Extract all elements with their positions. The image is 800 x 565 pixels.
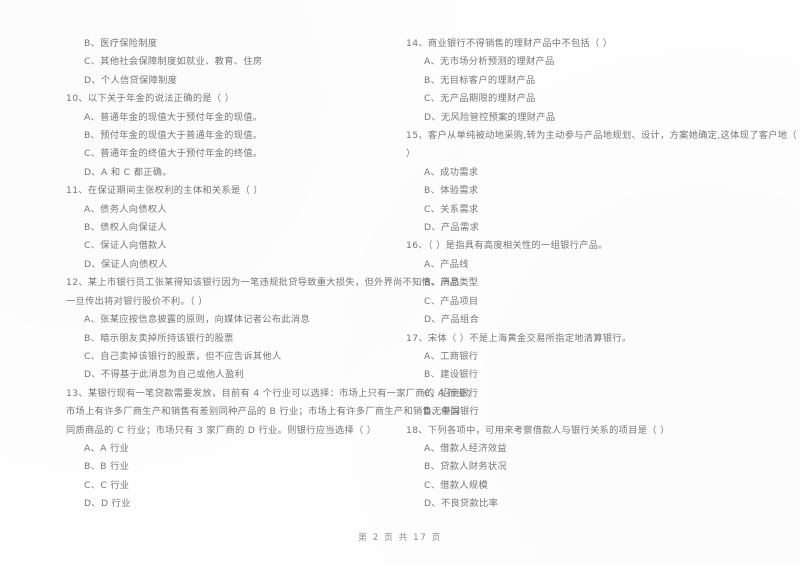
option-item: A、债务人向债权人 — [84, 203, 167, 215]
option-item: D、保证人向债权人 — [84, 258, 168, 270]
question-15: 15、客户从单纯被动地采购,转为主动参与产品地规划、设计，方案她确定,这体现了客… — [406, 127, 800, 237]
question-stem: 15、客户从单纯被动地采购,转为主动参与产品地规划、设计，方案她确定,这体现了客… — [406, 130, 797, 142]
question-stem-continued-2: 同质商品的 C 行业；市场只有 3 家厂商的 D 行业。则银行应当选择（ ） — [66, 424, 377, 436]
right-column: 14、商业银行不得销售的理财产品中不包括（ ） A、无市场分析预测的理财产品 B… — [400, 35, 800, 514]
two-column-body: B、医疗保险制度 C、其他社会保障制度如就业、教育、住房 D、个人信贷保障制度 … — [0, 35, 800, 514]
option-item: B、体验需求 — [424, 185, 479, 197]
option-item: C、产品项目 — [424, 295, 479, 307]
option-item: D、产品组合 — [424, 314, 480, 326]
option-item: B、无目标客户的理财产品 — [424, 74, 536, 86]
option-item: C、其他社会保障制度如就业、教育、住房 — [84, 56, 263, 68]
document-page: B、医疗保险制度 C、其他社会保障制度如就业、教育、住房 D、个人信贷保障制度 … — [0, 0, 800, 565]
option-item: C、关系需求 — [424, 203, 479, 215]
question-14: 14、商业银行不得销售的理财产品中不包括（ ） A、无市场分析预测的理财产品 B… — [406, 35, 800, 127]
option-item: C、借款人规模 — [424, 479, 488, 491]
left-column: B、医疗保险制度 C、其他社会保障制度如就业、教育、住房 D、个人信贷保障制度 … — [0, 35, 477, 514]
option-item: A、工商银行 — [424, 350, 479, 362]
option-item: B、预付年金的现值大于普通年金的现值。 — [84, 130, 263, 142]
option-item: B、建设银行 — [424, 369, 479, 381]
option-item: D、A 和 C 都正确。 — [84, 166, 172, 178]
question-stem: 13、某银行现有一笔贷款需要发放，目前有 4 个行业可以选择：市场上只有一家厂商… — [66, 387, 477, 399]
option-item: B、B 行业 — [84, 461, 130, 473]
option-item: D、不得基于此消息为自己或他人盈利 — [84, 369, 245, 381]
option-item: D、个人信贷保障制度 — [84, 74, 178, 86]
option-item: B、产品类型 — [424, 277, 479, 289]
option-item: D、不良贷款比率 — [424, 498, 499, 510]
question-stem: 18、下列各项中，可用来考察借款人与银行关系的项目是（ ） — [406, 424, 670, 436]
option-item: C、无产品期限的理财产品 — [424, 93, 536, 105]
option-item: B、暗示朋友卖掉所持该银行的股票 — [84, 332, 234, 344]
option-item: C、普通年金的终值大于预付年金的终值。 — [84, 148, 263, 160]
option-item: C、招商银行 — [424, 387, 479, 399]
option-item: A、借款人经济效益 — [424, 442, 507, 454]
question-18: 18、下列各项中，可用来考察借款人与银行关系的项目是（ ） A、借款人经济效益 … — [406, 422, 800, 514]
question-16: 16、（ ）是指具有高度相关性的一组银行产品。 A、产品线 B、产品类型 C、产… — [406, 237, 800, 329]
question-12: 12、某上市银行员工张某得知该银行因为一笔违规批贷导致重大损失，但外界尚不知情。… — [66, 274, 460, 384]
page-footer: 第 2 页 共 17 页 — [358, 533, 442, 543]
option-item: A、无市场分析预测的理财产品 — [424, 56, 555, 68]
option-item: D、D 行业 — [84, 498, 131, 510]
question-stem: 14、商业银行不得销售的理财产品中不包括（ ） — [406, 38, 613, 49]
option-item: C、自己卖掉该银行的股票，但不应告诉其他人 — [84, 350, 282, 362]
option-item: B、贷款人财务状况 — [424, 461, 507, 473]
question-stem: 12、某上市银行员工张某得知该银行因为一笔违规批贷导致重大损失，但外界尚不知情。… — [66, 277, 460, 289]
question-stem: 17、宋体（ ）不是上海黄金交易所指定地清算银行。 — [406, 332, 632, 344]
option-item: C、C 行业 — [84, 479, 130, 491]
question-stem-continued: 市场上有许多厂商生产和销售有差别同种产品的 B 行业；市场上有许多厂商生产和销售… — [66, 406, 461, 418]
option-item: C、保证人向借款人 — [84, 240, 168, 252]
question-stem: 10、以下关于年金的说法正确的是（ ） — [66, 93, 235, 105]
option-item: D、无风险管控预案的理财产品 — [424, 111, 556, 123]
option-item: B、债权人向保证人 — [84, 222, 167, 234]
option-item: A、普通年金的现值大于预付年金的现值。 — [84, 111, 263, 123]
question-10: 10、以下关于年金的说法正确的是（ ） A、普通年金的现值大于预付年金的现值。 … — [66, 90, 400, 182]
option-item: A、产品线 — [424, 258, 469, 270]
question-11: 11、在保证期间主张权利的主体和关系是（ ） A、债务人向债权人 B、债权人向保… — [66, 182, 400, 274]
option-item: B、医疗保险制度 — [84, 38, 158, 49]
option-item: D、中国银行 — [424, 406, 480, 418]
question-stem-continued: 一旦传出将对银行股价不利。（ ） — [66, 295, 208, 307]
option-item: A、A 行业 — [84, 442, 130, 454]
option-item: A、张某应按信息披露的原则，向媒体记者公布此消息 — [84, 314, 310, 326]
question-17: 17、宋体（ ）不是上海黄金交易所指定地清算银行。 A、工商银行 B、建设银行 … — [406, 330, 800, 422]
question-stem: 11、在保证期间主张权利的主体和关系是（ ） — [66, 185, 263, 197]
option-item: A、成功需求 — [424, 166, 479, 178]
question-13: 13、某银行现有一笔贷款需要发放，目前有 4 个行业可以选择：市场上只有一家厂商… — [66, 385, 477, 514]
question-stem: 16、（ ）是指具有高度相关性的一组银行产品。 — [406, 240, 608, 252]
question-stem-continued: ） — [406, 148, 416, 160]
option-item: D、产品需求 — [424, 222, 480, 234]
